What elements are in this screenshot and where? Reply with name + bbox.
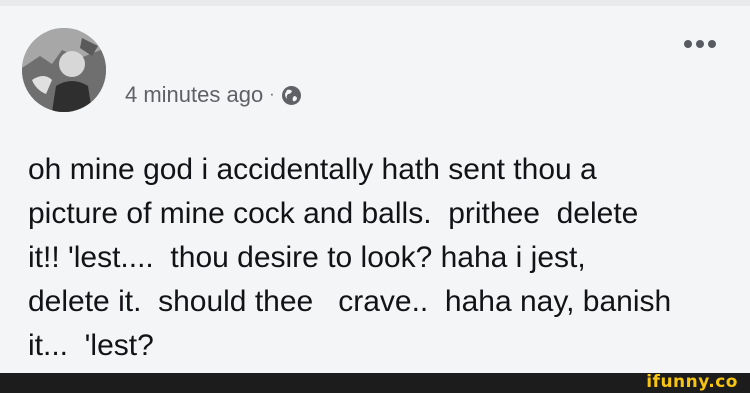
post-text: oh mine god i accidentally hath sent tho…	[28, 153, 672, 362]
more-dot	[696, 40, 704, 48]
ifunny-watermark: ifunny.co	[646, 372, 738, 392]
watermark-bar: ifunny.co	[0, 372, 750, 393]
avatar[interactable]	[22, 28, 106, 112]
more-dot	[708, 40, 716, 48]
more-options-button[interactable]	[684, 40, 716, 48]
post-meta: 4 minutes ago ·	[125, 82, 302, 108]
post-card: 4 minutes ago · oh mine god i accidental…	[0, 6, 750, 373]
avatar-image	[22, 28, 106, 112]
meta-separator: ·	[269, 86, 275, 103]
timestamp[interactable]: 4 minutes ago	[125, 82, 263, 108]
globe-icon	[281, 85, 302, 106]
more-dot	[684, 40, 692, 48]
